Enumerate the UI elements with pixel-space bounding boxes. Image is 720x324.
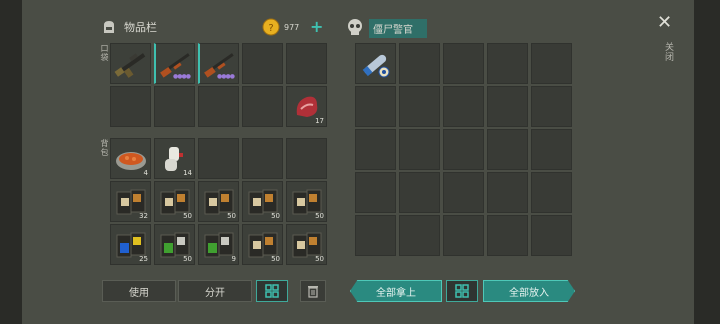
backpack-icon [104,21,114,33]
grid-sort-icon [265,284,279,298]
item-count: 50 [315,255,324,263]
pocket-label: 口袋 [100,44,109,62]
item-count: 50 [271,212,280,220]
loot-header: 僵尸警官 [345,18,427,38]
backpack-slot[interactable] [198,138,239,179]
backpack-slot[interactable]: 50 [286,224,327,265]
inventory-title: 物品栏 [124,21,157,34]
coin-icon: ? [262,18,280,36]
backpack-slot[interactable]: 9 [198,224,239,265]
take-all-button[interactable]: 全部拿上 [350,280,442,302]
item-count: 14 [183,169,192,177]
item-count: 17 [315,117,324,125]
backpack-slot[interactable] [242,138,283,179]
skull-icon [348,19,362,35]
backpack-label: 背包 [100,139,109,157]
loot-slot[interactable] [355,129,396,170]
backpack-slot[interactable]: 50 [242,181,283,222]
loot-slot[interactable] [355,215,396,256]
trash-button[interactable] [300,280,326,302]
loot-slot[interactable] [531,215,572,256]
pocket-slot[interactable]: ●●●● [198,43,239,84]
pocket-slot[interactable] [198,86,239,127]
item-count: 25 [139,255,148,263]
sort-inventory-button[interactable] [256,280,288,302]
close-label[interactable]: 关闭 [662,42,675,62]
split-button[interactable]: 分开 [178,280,252,302]
coin-count: 977 [284,22,300,32]
loot-slot[interactable] [399,215,440,256]
loot-slot[interactable] [355,172,396,213]
loot-slot[interactable] [443,172,484,213]
backpack-slot[interactable]: 4 [110,138,151,179]
item-rarity-dots: ●●●● [173,73,191,80]
pocket-slot[interactable] [242,43,283,84]
pocket-slot[interactable] [110,43,151,84]
rifle-icon [114,53,146,78]
item-count: 50 [227,212,236,220]
pocket-slot[interactable]: 17 [286,86,327,127]
loot-slot[interactable] [487,43,528,84]
put-all-button[interactable]: 全部放入 [483,280,575,302]
trash-icon [308,286,318,298]
loot-slot[interactable] [531,43,572,84]
use-button[interactable]: 使用 [102,280,176,302]
backpack-slot[interactable]: 50 [198,181,239,222]
backpack-slot[interactable]: 50 [154,224,195,265]
backpack-slot[interactable]: 25 [110,224,151,265]
loot-slot[interactable] [399,129,440,170]
loot-slot[interactable] [487,129,528,170]
pocket-slot[interactable] [242,86,283,127]
loot-title: 僵尸警官 [369,18,427,38]
backpack-slot[interactable] [286,138,327,179]
add-coins-button[interactable]: + [310,17,323,36]
left-frame [0,0,22,324]
item-count: 4 [143,169,148,177]
backpack-slot[interactable]: 50 [154,181,195,222]
loot-slot[interactable] [531,172,572,213]
pocket-slot[interactable] [154,86,195,127]
pocket-slot[interactable]: ●●●● [154,43,195,84]
right-frame [694,0,720,324]
backpack-slot[interactable]: 50 [242,224,283,265]
close-button[interactable]: ✕ [657,12,672,33]
item-count: 50 [271,255,280,263]
loot-slot[interactable] [487,172,528,213]
loot-slot[interactable] [443,215,484,256]
loot-slot[interactable] [399,43,440,84]
grid-sort-icon [455,284,469,298]
loot-slot[interactable] [487,86,528,127]
loot-slot[interactable] [355,86,396,127]
item-rarity-dots: ●●●● [217,73,235,80]
item-count: 32 [139,212,148,220]
loot-slot[interactable] [531,129,572,170]
pocket-slot[interactable] [286,43,327,84]
item-count: 50 [183,212,192,220]
item-count: 50 [315,212,324,220]
backpack-slot[interactable]: 32 [110,181,151,222]
backpack-slot[interactable]: 14 [154,138,195,179]
svg-text:?: ? [268,23,273,34]
loot-slot[interactable] [399,86,440,127]
rolled-map-icon [362,54,390,78]
item-count: 9 [231,255,236,263]
inventory-header: 物品栏 [100,18,157,36]
coin-display: ? 977 [262,18,299,36]
backpack-slot[interactable]: 50 [286,181,327,222]
loot-slot[interactable] [531,86,572,127]
sort-loot-button[interactable] [446,280,478,302]
loot-slot[interactable] [443,86,484,127]
loot-slot[interactable] [443,129,484,170]
pocket-slot[interactable] [110,86,151,127]
loot-slot[interactable] [399,172,440,213]
loot-slot[interactable] [355,43,396,84]
loot-slot[interactable] [487,215,528,256]
loot-slot[interactable] [443,43,484,84]
item-count: 50 [183,255,192,263]
